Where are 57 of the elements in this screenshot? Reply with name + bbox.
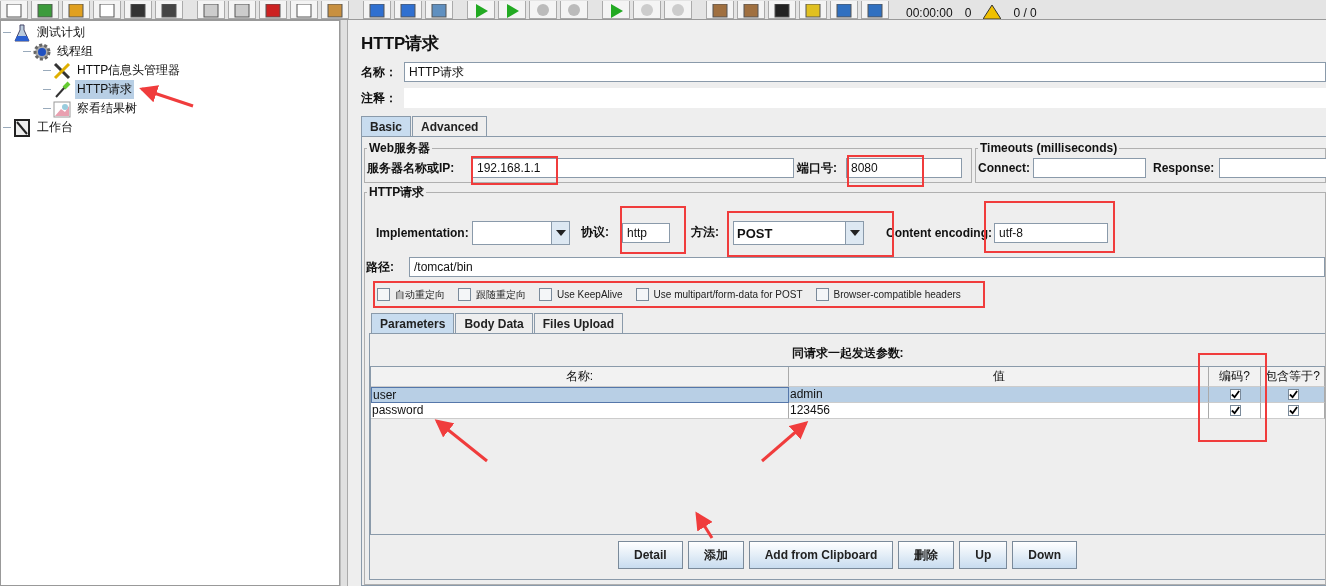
server-label: 服务器名称或IP: <box>367 159 456 177</box>
option-checkbox[interactable]: Use KeepAlive <box>539 288 623 301</box>
column-header: 值 <box>789 367 1209 387</box>
option-checkbox[interactable]: Use multipart/form-data for POST <box>635 288 803 301</box>
warning-count: 0 <box>964 7 972 19</box>
tab[interactable]: Files Upload <box>533 313 624 333</box>
action-button[interactable]: Add from Clipboard <box>748 541 894 569</box>
table-row[interactable]: password 123456 <box>371 403 1325 419</box>
connect-label: Connect: <box>978 161 1030 175</box>
action-button[interactable]: 添加 <box>687 541 744 569</box>
option-checkbox[interactable]: Browser-compatible headers <box>815 288 961 301</box>
tab[interactable]: Body Data <box>455 313 533 333</box>
path-label: 路径: <box>366 258 395 276</box>
protocol-label: 协议: <box>581 224 610 241</box>
action-button[interactable]: 删除 <box>898 541 955 569</box>
thread-count: 0 / 0 <box>1013 7 1037 19</box>
table-cell: admin <box>789 387 1209 403</box>
implementation-label: Implementation: <box>376 225 470 240</box>
comment-label: 注释： <box>361 89 398 107</box>
tab[interactable]: Basic <box>361 116 412 136</box>
group-title: Web服务器 <box>368 141 432 155</box>
option-checkbox[interactable]: 跟随重定向 <box>458 287 526 302</box>
response-label: Response: <box>1153 161 1215 175</box>
name-label: 名称： <box>361 63 398 81</box>
panel-title: HTTP请求 <box>361 34 441 54</box>
action-button[interactable]: Up <box>959 541 1008 569</box>
name-field[interactable]: HTTP请求 <box>404 62 1326 82</box>
option-checkbox[interactable]: 自动重定向 <box>377 287 445 302</box>
column-header: 名称: <box>371 367 789 387</box>
path-field[interactable]: /tomcat/bin <box>409 257 1325 277</box>
group-title: Timeouts (milliseconds) <box>979 141 1119 155</box>
table-cell: 123456 <box>789 403 1209 419</box>
elapsed-time: 00:00:00 <box>906 7 953 19</box>
tab[interactable]: Parameters <box>371 313 455 333</box>
group-title: HTTP请求 <box>368 185 426 199</box>
tab[interactable]: Advanced <box>412 116 488 136</box>
table-cell: password <box>371 403 789 419</box>
method-dropdown[interactable]: POST <box>733 220 864 245</box>
table-cell: user <box>371 387 789 403</box>
tree-item[interactable]: 察看结果树 <box>75 99 139 118</box>
table-row[interactable]: user admin <box>371 387 1325 403</box>
port-label: 端口号: <box>797 159 837 177</box>
protocol-field[interactable]: http <box>622 222 670 243</box>
tree-item[interactable]: 线程组 <box>55 42 95 61</box>
tree-item[interactable]: HTTP请求 <box>75 80 135 99</box>
tree-item[interactable]: 工作台 <box>35 118 75 137</box>
column-header: 包含等于? <box>1261 367 1325 387</box>
port-field[interactable]: 8080 <box>846 158 962 178</box>
table-caption: 同请求一起发送参数: <box>790 345 905 360</box>
action-button[interactable]: Detail <box>618 541 683 569</box>
tree-item[interactable]: HTTP信息头管理器 <box>75 61 183 80</box>
server-field[interactable]: 192.168.1.1 <box>472 158 794 178</box>
method-label: 方法: <box>691 224 719 241</box>
encoding-field[interactable]: utf-8 <box>994 222 1108 243</box>
tree-item[interactable]: 测试计划 <box>35 23 87 42</box>
action-button[interactable]: Down <box>1012 541 1077 569</box>
column-header: 编码? <box>1209 367 1261 387</box>
